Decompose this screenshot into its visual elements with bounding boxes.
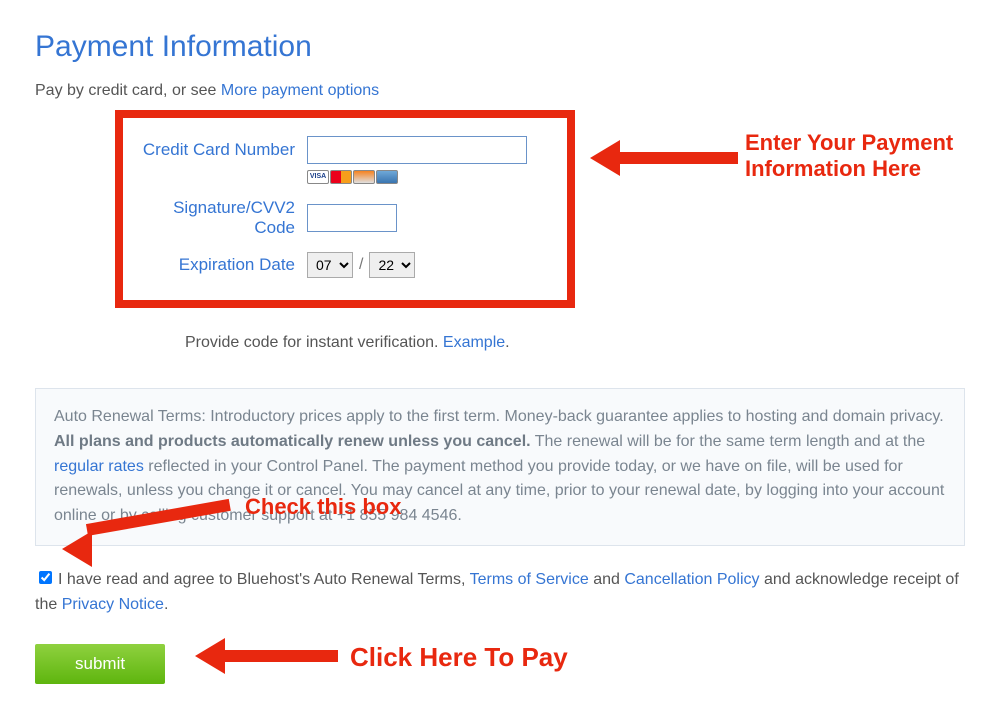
auto-renewal-terms-box: Auto Renewal Terms: Introductory prices … (35, 388, 965, 546)
more-payment-options-link[interactable]: More payment options (221, 82, 379, 99)
cancellation-policy-link[interactable]: Cancellation Policy (624, 571, 759, 588)
verify-text: Provide code for instant verification. E… (185, 334, 965, 352)
pay-subhead-text: Pay by credit card, or see (35, 82, 221, 99)
terms-of-service-link[interactable]: Terms of Service (470, 571, 589, 588)
page-title: Payment Information (35, 30, 965, 64)
annotation-text-submit: Click Here To Pay (350, 642, 568, 673)
regular-rates-link[interactable]: regular rates (54, 458, 144, 475)
exp-separator: / (359, 256, 363, 274)
cvv-input[interactable] (307, 204, 397, 232)
expiration-label: Expiration Date (137, 255, 307, 275)
mastercard-icon (330, 170, 352, 184)
exp-month-select[interactable]: 07 (307, 252, 353, 278)
pay-subhead: Pay by credit card, or see More payment … (35, 82, 965, 100)
card-brand-icons: VISA (307, 170, 398, 184)
cc-number-input[interactable] (307, 136, 527, 164)
visa-icon: VISA (307, 170, 329, 184)
amex-icon (376, 170, 398, 184)
verify-example-link[interactable]: Example (443, 334, 505, 351)
cc-number-label: Credit Card Number (137, 140, 307, 160)
agree-line: I have read and agree to Bluehost's Auto… (35, 568, 965, 618)
privacy-notice-link[interactable]: Privacy Notice (62, 596, 164, 613)
credit-card-form: Credit Card Number VISA Signature/CVV2 C… (115, 110, 575, 308)
cvv-label: Signature/CVV2 Code (137, 198, 307, 238)
annotation-text-payment: Enter Your Payment Information Here (745, 130, 953, 182)
exp-year-select[interactable]: 22 (369, 252, 415, 278)
discover-icon (353, 170, 375, 184)
submit-button[interactable]: submit (35, 644, 165, 684)
agree-checkbox[interactable] (39, 571, 52, 584)
